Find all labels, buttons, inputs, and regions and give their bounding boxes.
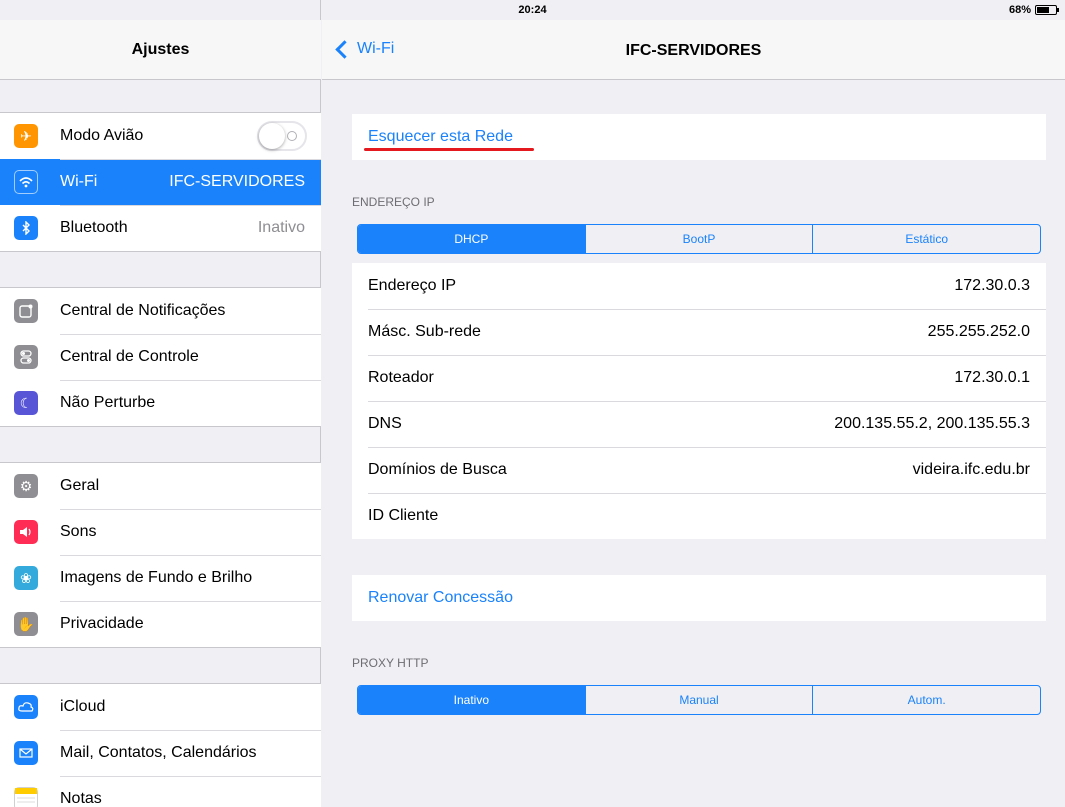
battery-percent: 68% bbox=[1008, 4, 1031, 16]
speaker-icon bbox=[14, 520, 38, 544]
sidebar-item-sounds[interactable]: Sons bbox=[0, 509, 321, 555]
ip-mode-segmented-control: DHCP BootP Estático bbox=[357, 224, 1041, 254]
segment-proxy-manual[interactable]: Manual bbox=[584, 686, 813, 714]
detail-row-router: Roteador 172.30.0.1 bbox=[352, 355, 1046, 401]
sidebar-item-label: Wi-Fi bbox=[60, 173, 98, 190]
detail-key: Másc. Sub-rede bbox=[368, 323, 481, 340]
sidebar-item-wallpaper[interactable]: ❀ Imagens de Fundo e Brilho bbox=[0, 555, 321, 601]
moon-icon: ☾ bbox=[14, 391, 38, 415]
sidebar-item-label: Mail, Contatos, Calendários bbox=[60, 744, 257, 761]
sidebar-item-label: Bluetooth bbox=[60, 219, 128, 236]
hand-icon: ✋ bbox=[14, 612, 38, 636]
forget-network-button[interactable]: Esquecer esta Rede bbox=[352, 114, 1046, 160]
detail-key: Domínios de Busca bbox=[368, 461, 507, 478]
bluetooth-icon bbox=[14, 216, 38, 240]
sidebar-group-system: Central de Notificações Central de Contr… bbox=[0, 287, 321, 427]
sidebar-item-label: Sons bbox=[60, 523, 97, 540]
detail-value: 172.30.0.3 bbox=[954, 277, 1030, 294]
status-right: 68% bbox=[1008, 4, 1059, 16]
sidebar-item-label: Geral bbox=[60, 477, 100, 494]
detail-value[interactable]: 200.135.55.2, 200.135.55.3 bbox=[834, 415, 1030, 433]
sidebar-group-accounts: iCloud Mail, Contatos, Calendários Notas bbox=[0, 683, 321, 807]
proxy-mode-segmented-control: Inativo Manual Autom. bbox=[357, 685, 1041, 715]
sidebar-item-value: IFC-SERVIDORES bbox=[169, 173, 305, 190]
detail-value: 172.30.0.1 bbox=[954, 369, 1030, 386]
detail-row-dns[interactable]: DNS 200.135.55.2, 200.135.55.3 bbox=[352, 401, 1046, 447]
sidebar-item-label: iCloud bbox=[60, 698, 106, 715]
segment-static[interactable]: Estático bbox=[812, 225, 1040, 253]
detail-row-subnet-mask: Másc. Sub-rede 255.255.252.0 bbox=[352, 309, 1046, 355]
wifi-icon bbox=[14, 170, 38, 194]
sidebar-item-airplane-mode[interactable]: ✈ Modo Avião bbox=[0, 113, 321, 159]
sidebar-title: Ajustes bbox=[131, 40, 190, 58]
airplane-mode-toggle[interactable] bbox=[257, 121, 307, 151]
segment-proxy-off[interactable]: Inativo bbox=[358, 686, 585, 714]
detail-value[interactable]: videira.ifc.edu.br bbox=[913, 461, 1030, 479]
sidebar-item-general[interactable]: ⚙ Geral bbox=[0, 463, 321, 509]
airplane-icon: ✈ bbox=[14, 124, 38, 148]
forget-network-card: Esquecer esta Rede bbox=[352, 114, 1046, 160]
detail-row-ip-address: Endereço IP 172.30.0.3 bbox=[352, 263, 1046, 309]
sidebar-item-privacy[interactable]: ✋ Privacidade bbox=[0, 601, 321, 647]
page-title: IFC-SERVIDORES bbox=[625, 42, 762, 59]
sidebar-item-wifi[interactable]: Wi-Fi IFC-SERVIDORES bbox=[0, 159, 321, 205]
sidebar-item-notes[interactable]: Notas bbox=[0, 776, 321, 807]
sidebar-item-label: Notas bbox=[60, 790, 102, 807]
detail-key: Endereço IP bbox=[368, 277, 457, 294]
sidebar-group-general: ⚙ Geral Sons ❀ Imagens de Fundo e Brilho… bbox=[0, 462, 321, 648]
segment-dhcp[interactable]: DHCP bbox=[358, 225, 585, 253]
detail-key: ID Cliente bbox=[368, 507, 439, 524]
detail-row-client-id[interactable]: ID Cliente bbox=[352, 493, 1046, 539]
sidebar-item-label: Privacidade bbox=[60, 615, 144, 632]
notes-icon bbox=[14, 787, 38, 807]
sidebar-item-bluetooth[interactable]: Bluetooth Inativo bbox=[0, 205, 321, 251]
sidebar-group-connectivity: ✈ Modo Avião Wi-Fi IFC-SERVIDORES Blueto… bbox=[0, 112, 321, 252]
renew-lease-button[interactable]: Renovar Concessão bbox=[352, 575, 1046, 621]
detail-value: 255.255.252.0 bbox=[927, 323, 1030, 340]
sidebar-item-label: Central de Controle bbox=[60, 348, 199, 365]
detail-key: DNS bbox=[368, 415, 402, 432]
detail-header: Wi-Fi IFC-SERVIDORES bbox=[322, 20, 1065, 80]
battery-icon bbox=[1035, 5, 1059, 15]
ip-details-card: Endereço IP 172.30.0.3 Másc. Sub-rede 25… bbox=[352, 263, 1046, 539]
ip-section-header: ENDEREÇO IP bbox=[352, 195, 435, 209]
sidebar-item-value: Inativo bbox=[257, 219, 305, 236]
detail-row-search-domains[interactable]: Domínios de Busca videira.ifc.edu.br bbox=[352, 447, 1046, 493]
segment-bootp[interactable]: BootP bbox=[584, 225, 813, 253]
sidebar-item-label: Imagens de Fundo e Brilho bbox=[60, 569, 253, 586]
sidebar-item-notification-center[interactable]: Central de Notificações bbox=[0, 288, 321, 334]
sidebar-item-icloud[interactable]: iCloud bbox=[0, 684, 321, 730]
cloud-icon bbox=[14, 695, 38, 719]
sidebar-item-do-not-disturb[interactable]: ☾ Não Perturbe bbox=[0, 380, 321, 426]
segment-proxy-auto[interactable]: Autom. bbox=[812, 686, 1040, 714]
annotation-underline bbox=[364, 148, 534, 151]
sidebar-item-label: Modo Avião bbox=[60, 127, 144, 144]
sidebar-header: Ajustes bbox=[0, 20, 321, 80]
sidebar-item-label: Não Perturbe bbox=[60, 394, 156, 411]
sidebar-item-control-center[interactable]: Central de Controle bbox=[0, 334, 321, 380]
renew-lease-card: Renovar Concessão bbox=[352, 575, 1046, 621]
sidebar-item-mail[interactable]: Mail, Contatos, Calendários bbox=[0, 730, 321, 776]
gear-icon: ⚙ bbox=[14, 474, 38, 498]
sidebar-item-label: Central de Notificações bbox=[60, 302, 226, 319]
flower-icon: ❀ bbox=[14, 566, 38, 590]
proxy-section-header: PROXY HTTP bbox=[352, 656, 429, 670]
mail-icon bbox=[14, 741, 38, 765]
detail-key: Roteador bbox=[368, 369, 434, 386]
control-center-icon bbox=[14, 345, 38, 369]
notifications-icon bbox=[14, 299, 38, 323]
